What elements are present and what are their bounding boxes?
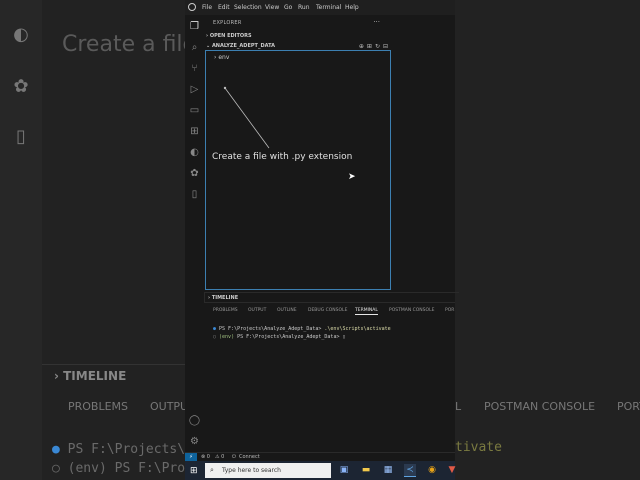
file-tree[interactable]: › env Create a file with .py extension ➤	[205, 50, 391, 290]
title-bar: File Edit Selection View Go Run Terminal…	[185, 0, 455, 15]
arrow-line	[224, 87, 270, 149]
brave-icon[interactable]: ▼	[446, 464, 458, 476]
chrome-icon[interactable]: ◉	[426, 464, 438, 476]
bg-tab-problems: PROBLEMS	[68, 400, 129, 413]
connect-button[interactable]: Connect	[239, 454, 260, 460]
search-placeholder: Type here to search	[222, 467, 281, 474]
explorer-title: EXPLORER	[213, 20, 242, 26]
menu-terminal[interactable]: Terminal	[316, 4, 341, 11]
extensions-icon[interactable]: ⊞	[188, 125, 201, 138]
annotation-text: Create a file with .py extension	[212, 152, 353, 162]
bg-terminal: ● PS F:\Projects\A ○ (env) PS F:\Pro	[52, 442, 193, 476]
background-activity-bar: ◐ ✿ ▯	[0, 0, 42, 480]
bottom-panel: PROBLEMS OUTPUT OUTLINE DEBUG CONSOLE TE…	[204, 302, 455, 453]
postman-icon[interactable]: ◐	[188, 146, 201, 159]
tab-ports[interactable]: POR	[445, 308, 454, 313]
settings-gear-icon[interactable]: ⚙	[188, 435, 201, 448]
terminal-dot-empty-icon: ○	[213, 334, 217, 340]
bg-tab-l: L	[455, 400, 462, 413]
tab-problems[interactable]: PROBLEMS	[213, 308, 238, 313]
testing-icon[interactable]: ✿	[188, 167, 201, 180]
more-actions-icon[interactable]: ···	[373, 18, 380, 26]
terminal-prompt-2: PS F:\Projects\Analyze_Adept_Data>	[237, 334, 340, 340]
plug-icon: ⏻	[232, 454, 236, 460]
calculator-icon[interactable]: ▦	[382, 464, 394, 476]
arrow-head	[223, 86, 227, 90]
search-icon[interactable]: ⌕	[188, 41, 201, 54]
task-view-icon[interactable]: ▣	[338, 464, 350, 476]
explorer-actions: ⊕ ⊞ ↻ ⊟	[356, 43, 388, 50]
menu-selection[interactable]: Selection	[234, 4, 262, 11]
bg-tab-postman: POSTMAN CONSOLE	[484, 400, 596, 413]
vscode-window: File Edit Selection View Go Run Terminal…	[185, 0, 459, 480]
bg-timeline: › TIMELINE	[42, 364, 197, 387]
collapse-all-icon[interactable]: ⊟	[383, 43, 388, 50]
menu-run[interactable]: Run	[298, 4, 310, 11]
annotation-arrow	[223, 86, 270, 149]
vscode-logo-icon	[188, 3, 196, 11]
menu-file[interactable]: File	[202, 4, 212, 11]
terminal-dot-icon: ●	[213, 326, 217, 332]
warnings-count[interactable]: ⚠ 0	[215, 454, 224, 460]
bg-logo-icon: ◐	[13, 24, 29, 45]
bg-testing-icon: ✿	[13, 76, 29, 97]
terminal-cursor: ▯	[342, 334, 346, 340]
menu-help[interactable]: Help	[345, 4, 359, 11]
new-file-icon[interactable]: ⊕	[359, 43, 364, 50]
file-explorer-icon[interactable]: ▬	[360, 464, 372, 476]
bg-database-icon: ▯	[16, 126, 26, 147]
terminal-prompt-1: PS F:\Projects\Analyze_Adept_Data>	[219, 326, 322, 332]
new-folder-icon[interactable]: ⊞	[367, 43, 372, 50]
activity-bar: ❐ ⌕ ⑂ ▷ ▭ ⊞ ◐ ✿ ▯ ◯ ⚙	[185, 15, 205, 452]
source-control-icon[interactable]: ⑂	[188, 62, 201, 75]
tab-debug-console[interactable]: DEBUG CONSOLE	[308, 308, 347, 313]
mouse-cursor-icon: ➤	[348, 172, 356, 182]
explorer-sidebar: EXPLORER ··· › OPEN EDITORS ⌄ ANALYZE_AD…	[204, 15, 394, 292]
open-editors-section[interactable]: › OPEN EDITORS	[206, 33, 252, 39]
vscode-taskbar-icon[interactable]: ≺	[404, 464, 416, 477]
tab-postman-console[interactable]: POSTMAN CONSOLE	[389, 308, 434, 313]
tab-outline[interactable]: OUTLINE	[277, 308, 297, 313]
remote-explorer-icon[interactable]: ▭	[188, 104, 201, 117]
taskbar-search-input[interactable]: ⌕ Type here to search	[205, 463, 331, 478]
bg-title: Create a file	[62, 32, 197, 57]
terminal-env: (env)	[219, 334, 235, 340]
refresh-icon[interactable]: ↻	[375, 43, 380, 50]
tab-output[interactable]: OUTPUT	[248, 308, 266, 313]
account-icon[interactable]: ◯	[188, 414, 201, 427]
errors-count[interactable]: ⊗ 0	[201, 454, 210, 460]
bg-tab-output: OUTPU	[150, 400, 189, 413]
terminal-output[interactable]: ● PS F:\Projects\Analyze_Adept_Data> .\e…	[213, 325, 391, 341]
bg-tab-port: PORT	[617, 400, 640, 413]
menu-edit[interactable]: Edit	[218, 4, 230, 11]
search-icon: ⌕	[210, 466, 214, 474]
tab-terminal[interactable]: TERMINAL	[355, 308, 378, 315]
database-icon[interactable]: ▯	[188, 188, 201, 201]
bg-right-terminal: tivate	[455, 440, 502, 455]
menu-go[interactable]: Go	[284, 4, 292, 11]
terminal-command-1: .\env\Scripts\activate	[324, 326, 391, 332]
explorer-icon[interactable]: ❐	[188, 20, 201, 33]
windows-taskbar: ⊞ ⌕ Type here to search ▣ ▬ ▦ ≺ ◉ ▼	[185, 461, 455, 480]
windows-start-icon[interactable]: ⊞	[190, 466, 198, 476]
run-debug-icon[interactable]: ▷	[188, 83, 201, 96]
project-section[interactable]: ⌄ ANALYZE_ADEPT_DATA	[206, 43, 275, 49]
menu-view[interactable]: View	[265, 4, 279, 11]
